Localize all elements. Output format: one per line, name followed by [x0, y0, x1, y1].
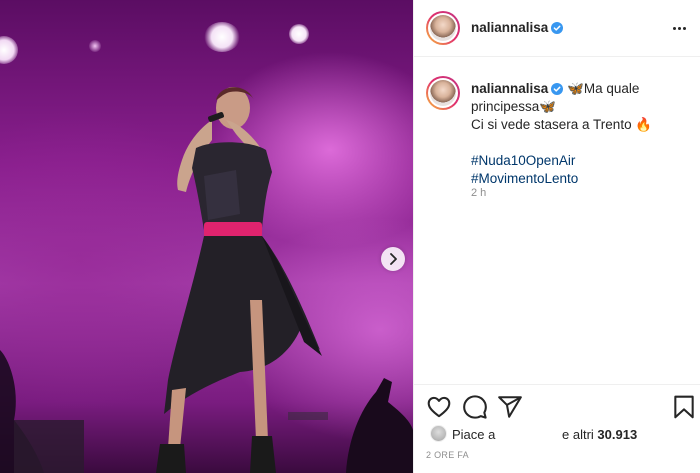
- heart-icon[interactable]: [426, 394, 452, 420]
- avatar[interactable]: [426, 11, 460, 45]
- caption-line-1: Ma quale: [583, 81, 640, 96]
- butterfly-emoji: 🦋: [567, 81, 584, 96]
- bookmark-icon[interactable]: [671, 394, 697, 420]
- post-photo[interactable]: [0, 0, 413, 473]
- verified-badge-icon: [551, 83, 564, 95]
- post-actions-bar: [414, 384, 700, 426]
- post-header: naliannalisa: [414, 0, 700, 57]
- header-username[interactable]: naliannalisa: [471, 20, 564, 35]
- performer-silhouette: [0, 87, 413, 473]
- caption-text: naliannalisa 🦋Ma quale principessa🦋 Ci s…: [471, 80, 686, 188]
- post-time-ago[interactable]: 2 h: [471, 187, 486, 199]
- likes-row: Piace a e altri 30.913: [414, 422, 700, 444]
- post-side-panel: naliannalisa naliannalisa 🦋Ma quale prin…: [413, 0, 700, 473]
- comment-bubble-icon[interactable]: [462, 394, 488, 420]
- likes-prefix: Piace a: [452, 427, 496, 442]
- verified-badge-icon: [551, 22, 564, 34]
- more-options-button[interactable]: [669, 19, 689, 37]
- hashtag-link[interactable]: #MovimentoLento: [471, 170, 686, 188]
- fire-emoji: 🔥: [635, 117, 653, 132]
- likes-count-link[interactable]: e altri 30.913: [562, 427, 637, 442]
- caption-username[interactable]: naliannalisa: [471, 81, 548, 96]
- liker-avatar[interactable]: [430, 425, 447, 442]
- post-date[interactable]: 2 ORE FA: [426, 450, 469, 460]
- more-options-icon: [672, 26, 676, 30]
- chevron-right-icon: [390, 253, 397, 265]
- hashtag-link[interactable]: #Nuda10OpenAir: [471, 152, 686, 170]
- caption-line-2: principessa: [471, 99, 540, 114]
- paper-plane-icon[interactable]: [497, 394, 523, 420]
- butterfly-emoji: 🦋: [539, 99, 557, 114]
- likes-count: 30.913: [597, 427, 638, 442]
- caption-line-3: Ci si vede stasera a Trento: [471, 117, 632, 132]
- next-image-button[interactable]: [381, 247, 405, 271]
- avatar[interactable]: [426, 76, 460, 110]
